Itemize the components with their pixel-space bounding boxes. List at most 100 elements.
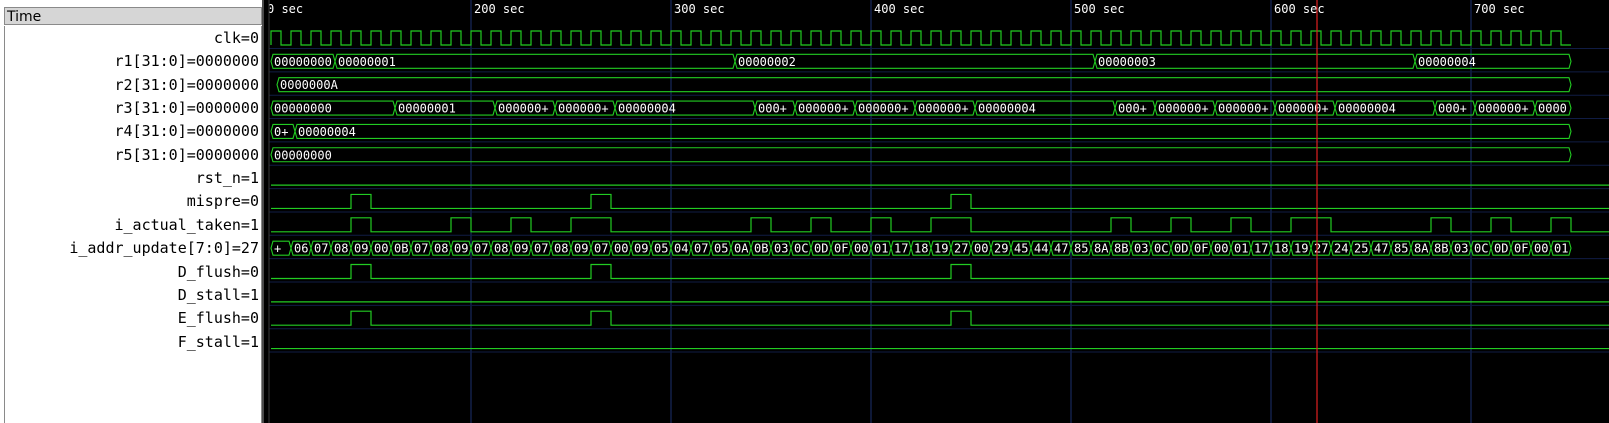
signal-label: mispre=0: [186, 192, 259, 211]
i-addr-update-value: 8A: [1414, 242, 1429, 256]
i-addr-update-value: 0C: [794, 242, 808, 256]
i-addr-update-value: 0D: [1494, 242, 1508, 256]
e-flush-waveform: [271, 310, 1609, 326]
i-addr-update-value: 09: [574, 242, 588, 256]
i-addr-update-value: 45: [1014, 242, 1028, 256]
signal-row-r3310[interactable]: r3[31:0]=0000000: [5, 96, 261, 120]
signal-row-r5310[interactable]: r5[31:0]=0000000: [5, 143, 261, 167]
gtkwave-window: Time clk=0 r1[31:0]=0000000 r2[31:0]=00000…: [0, 0, 1609, 423]
i-addr-update-value: 27: [954, 242, 968, 256]
i-addr-update-value: 09: [454, 242, 468, 256]
r3-value: 000000+: [1478, 102, 1529, 116]
i-addr-update-value: 09: [514, 242, 528, 256]
i-addr-update-value: 07: [594, 242, 608, 256]
i-addr-update-value: 0D: [814, 242, 828, 256]
r3-value: 000+: [1118, 102, 1147, 116]
r1-value: 00000004: [1418, 55, 1476, 69]
r3-value: 000000+: [1158, 102, 1209, 116]
r3-value: 00000004: [618, 102, 676, 116]
r1-value: 00000000: [274, 55, 332, 69]
r3-value: 00000004: [978, 102, 1036, 116]
signal-row-e_flush[interactable]: E_flush=0: [5, 306, 261, 330]
i-addr-update-value: 06: [294, 242, 308, 256]
i-addr-update-value: 0F: [834, 242, 848, 256]
signal-row-clk[interactable]: clk=0: [5, 26, 261, 50]
signal-label: r5[31:0]=0000000: [114, 145, 260, 164]
r1-value: 00000002: [738, 55, 796, 69]
signal-row-d_stall[interactable]: D_stall=1: [5, 283, 261, 307]
mispre-waveform: [271, 193, 1609, 210]
signal-label: clk=0: [213, 29, 259, 47]
i-addr-update-value: 18: [1274, 242, 1288, 256]
i-addr-update-value: 00: [1214, 242, 1228, 256]
signal-row-r2310[interactable]: r2[31:0]=0000000: [5, 73, 261, 97]
i-addr-update-value: 00: [614, 242, 628, 256]
i-addr-update-value: 08: [554, 242, 568, 256]
time-tick-label: 300 sec: [674, 2, 725, 16]
signal-row-rst_n[interactable]: rst_n=1: [5, 166, 261, 190]
signal-names-pane: Time clk=0 r1[31:0]=0000000 r2[31:0]=00000…: [0, 0, 264, 423]
r4-value: 0+: [274, 125, 288, 139]
i-addr-update-value: 00: [854, 242, 868, 256]
i-addr-update-value: 8A: [1094, 242, 1109, 256]
i-actual-taken-waveform: [271, 217, 1609, 233]
r4-value: 00000004: [298, 125, 356, 139]
signal-label: D_stall=1: [177, 285, 259, 304]
i-addr-update-value: 17: [1254, 242, 1268, 256]
signal-list[interactable]: clk=0 r1[31:0]=0000000 r2[31:0]=0000000 r3[…: [4, 26, 262, 423]
r3-value: 00000004: [1338, 102, 1396, 116]
i-addr-update-value: 05: [654, 242, 668, 256]
r3-value: 000000+: [798, 102, 849, 116]
i-addr-update-value: 03: [1454, 242, 1468, 256]
r3-value: 000000+: [858, 102, 909, 116]
i-addr-update-value: 29: [994, 242, 1008, 256]
i-addr-update-value: 8B: [1434, 242, 1448, 256]
r1-value: 00000001: [338, 55, 396, 69]
i-addr-update-value: 17: [894, 242, 908, 256]
signal-row-i_actual_taken[interactable]: i_actual_taken=1: [5, 213, 261, 237]
i-addr-update-value: 09: [634, 242, 648, 256]
i-addr-update-value: 19: [934, 242, 948, 256]
time-header-label: Time: [7, 9, 42, 25]
i-addr-update-value: 03: [1134, 242, 1148, 256]
i-addr-update-value: 0F: [1514, 242, 1528, 256]
i-addr-update-value: 0D: [1174, 242, 1188, 256]
i-addr-update-value: 44: [1034, 242, 1048, 256]
r1-value: 00000003: [1098, 55, 1156, 69]
signal-label: E_flush=0: [177, 309, 259, 328]
signal-label: D_flush=0: [177, 262, 259, 281]
i-addr-update-value: 01: [1554, 242, 1568, 256]
signal-label: r4[31:0]=0000000: [114, 122, 260, 141]
r3-value: 000+: [1438, 102, 1467, 116]
time-tick-label: 500 sec: [1074, 2, 1125, 16]
i-addr-update-value: 07: [474, 242, 488, 256]
waveform-canvas[interactable]: 0 sec 200 sec 300 sec 400 sec 500 sec 600 sec…: [264, 0, 1609, 423]
wave-left-edge: [264, 0, 269, 423]
signal-row-f_stall[interactable]: F_stall=1: [5, 330, 261, 354]
i-addr-update-value: 8B: [1114, 242, 1128, 256]
i-addr-update-value: 0B: [394, 242, 408, 256]
time-column-header: Time: [4, 7, 262, 25]
signal-label: rst_n=1: [195, 169, 259, 188]
signal-row-mispre[interactable]: mispre=0: [5, 189, 261, 213]
r5-value: 00000000: [274, 148, 332, 162]
i-addr-update-value: 05: [714, 242, 728, 256]
signal-row-r1310[interactable]: r1[31:0]=0000000: [5, 49, 261, 73]
r3-value: 000000+: [1278, 102, 1329, 116]
time-tick-label: 200 sec: [474, 2, 525, 16]
i-addr-update-value: 08: [434, 242, 448, 256]
waveform-pane[interactable]: 0 sec 200 sec 300 sec 400 sec 500 sec 600 sec…: [264, 0, 1609, 423]
signal-row-i_addr_update70[interactable]: i_addr_update[7:0]=27: [5, 236, 261, 260]
r3-value: 000+: [758, 102, 787, 116]
i-addr-update-value: 24: [1334, 242, 1348, 256]
clk-waveform: [270, 30, 1571, 46]
r3-value: 0000: [1538, 102, 1567, 116]
i-addr-update-value: 00: [374, 242, 388, 256]
i-addr-update-value: 07: [314, 242, 328, 256]
i-addr-update-value: 00: [974, 242, 988, 256]
r3-value: 000000+: [918, 102, 969, 116]
i-addr-update-value: 0F: [1194, 242, 1208, 256]
i-addr-update-value: 19: [1294, 242, 1308, 256]
signal-row-d_flush[interactable]: D_flush=0: [5, 260, 261, 284]
signal-row-r4310[interactable]: r4[31:0]=0000000: [5, 119, 261, 143]
